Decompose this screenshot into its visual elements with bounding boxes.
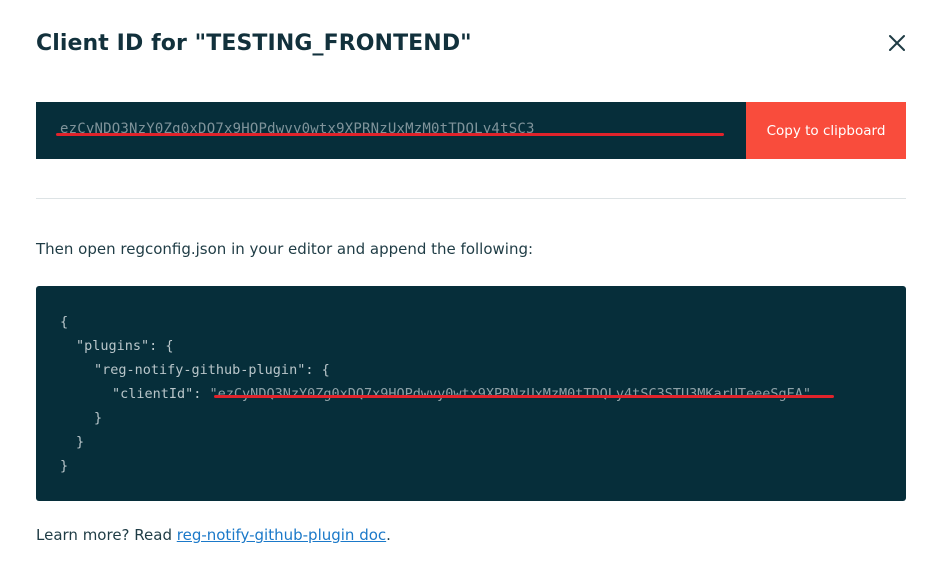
- copy-to-clipboard-button[interactable]: Copy to clipboard: [746, 102, 906, 159]
- client-id-row: ezCyNDQ3NzY0Zg0xDQ7x9HOPdwvy0wtx9XPRNzUx…: [36, 102, 906, 159]
- learn-more-text: Learn more? Read reg-notify-github-plugi…: [36, 526, 391, 544]
- code-line: }: [94, 410, 103, 426]
- instruction-text: Then open regconfig.json in your editor …: [36, 240, 534, 258]
- modal-title: Client ID for "TESTING_FRONTEND": [36, 31, 472, 56]
- client-id-modal: Client ID for "TESTING_FRONTEND" ezCyNDQ…: [0, 0, 937, 579]
- code-line: }: [60, 458, 69, 474]
- close-icon: [889, 35, 905, 51]
- code-line: "plugins": {: [76, 338, 174, 354]
- redaction-strike: [214, 395, 834, 398]
- client-id-field[interactable]: ezCyNDQ3NzY0Zg0xDQ7x9HOPdwvy0wtx9XPRNzUx…: [36, 102, 746, 159]
- code-line-client-id: "clientId": "ezCyNDQ3NzY0Zg0xDQ7x9HOPdwv…: [112, 386, 811, 402]
- code-line: "reg-notify-github-plugin": {: [94, 362, 330, 378]
- learn-more-suffix: .: [386, 526, 391, 544]
- plugin-doc-link[interactable]: reg-notify-github-plugin doc: [177, 526, 386, 544]
- learn-more-prefix: Learn more? Read: [36, 526, 177, 544]
- divider: [36, 198, 906, 199]
- code-key: "clientId":: [112, 386, 210, 402]
- code-line: }: [76, 434, 85, 450]
- redaction-strike: [56, 133, 724, 136]
- code-line: {: [60, 314, 69, 330]
- config-code-block: { "plugins": { "reg-notify-github-plugin…: [36, 286, 906, 501]
- close-button[interactable]: [884, 30, 910, 56]
- code-client-id-value: "ezCyNDQ3NzY0Zg0xDQ7x9HOPdwvy0wtx9XPRNzU…: [209, 386, 811, 402]
